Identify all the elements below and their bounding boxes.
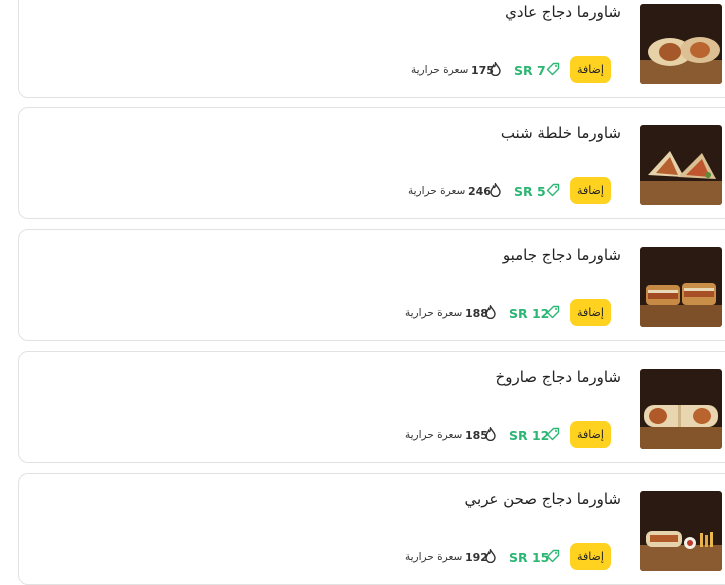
item-price: SR 12	[509, 306, 550, 321]
calories-label: سعرة حرارية	[405, 307, 463, 319]
flame-icon	[490, 183, 501, 197]
item-name: شاورما خلطة شنب	[500, 124, 621, 142]
calories-label: سعرة حرارية	[408, 185, 466, 197]
price-tag-icon	[546, 183, 560, 197]
shawarma-plate-photo	[640, 491, 722, 571]
calories-value: 192	[465, 551, 488, 564]
calories-label: سعرة حرارية	[405, 429, 463, 441]
calories-label: سعرة حرارية	[411, 64, 469, 76]
menu-item-card[interactable]: شاورما دجاج صحن عربي إضافة SR 15 192 سعر…	[18, 473, 725, 585]
add-button[interactable]: إضافة	[570, 56, 611, 83]
calories-value: 246	[468, 185, 491, 198]
add-button[interactable]: إضافة	[570, 543, 611, 570]
shawarma-wrap-photo	[640, 4, 722, 84]
item-name: شاورما دجاج عادي	[505, 3, 621, 21]
item-price: SR 12	[509, 428, 550, 443]
item-name: شاورما دجاج صحن عربي	[464, 490, 621, 508]
item-name: شاورما دجاج صاروخ	[495, 368, 621, 386]
menu-item-card[interactable]: شاورما خلطة شنب إضافة SR 5 246 سعرة حرار…	[18, 107, 725, 219]
menu-item-list: شاورما دجاج عادي إضافة SR 7 175 سعرة حرا…	[0, 0, 725, 585]
calories-value: 188	[465, 307, 488, 320]
add-button[interactable]: إضافة	[570, 421, 611, 448]
menu-item-card[interactable]: شاورما دجاج عادي إضافة SR 7 175 سعرة حرا…	[18, 0, 725, 98]
shawarma-sandwich-photo	[640, 247, 722, 327]
calories-value: 185	[465, 429, 488, 442]
calories-value: 175	[471, 64, 494, 77]
calories-label: سعرة حرارية	[405, 551, 463, 563]
add-button[interactable]: إضافة	[570, 299, 611, 326]
item-price: SR 7	[514, 63, 546, 78]
add-button[interactable]: إضافة	[570, 177, 611, 204]
shawarma-wrap-photo	[640, 369, 722, 449]
menu-item-card[interactable]: شاورما دجاج جامبو إضافة SR 12 188 سعرة ح…	[18, 229, 725, 341]
menu-item-card[interactable]: شاورما دجاج صاروخ إضافة SR 12 185 سعرة ح…	[18, 351, 725, 463]
item-name: شاورما دجاج جامبو	[502, 246, 621, 264]
shawarma-wrap-photo	[640, 125, 722, 205]
price-tag-icon	[546, 62, 560, 76]
item-price: SR 15	[509, 550, 550, 565]
item-price: SR 5	[514, 184, 546, 199]
